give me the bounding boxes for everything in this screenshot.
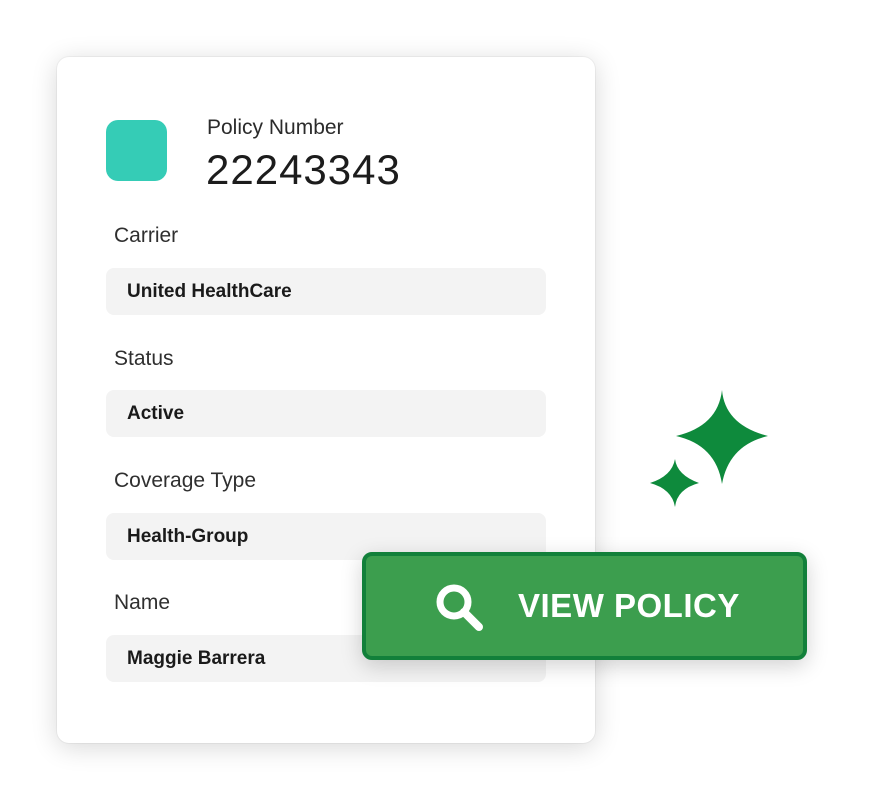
status-label: Status	[114, 347, 174, 370]
policy-badge	[106, 120, 167, 181]
name-value: Maggie Barrera	[127, 647, 266, 669]
search-icon	[436, 584, 483, 631]
carrier-field: United HealthCare	[106, 268, 546, 315]
policy-number-value: 22243343	[206, 146, 401, 193]
status-value: Active	[127, 402, 185, 424]
carrier-value: United HealthCare	[127, 280, 292, 302]
name-label: Name	[114, 591, 171, 614]
coverage-type-label: Coverage Type	[114, 469, 257, 492]
view-policy-button[interactable]: VIEW POLICY	[362, 552, 807, 660]
sparkles-icon	[650, 390, 768, 507]
coverage-type-value: Health-Group	[127, 525, 249, 547]
status-field: Active	[106, 390, 546, 437]
view-policy-label: VIEW POLICY	[518, 587, 740, 624]
carrier-label: Carrier	[114, 224, 179, 247]
policy-number-label: Policy Number	[207, 116, 344, 139]
